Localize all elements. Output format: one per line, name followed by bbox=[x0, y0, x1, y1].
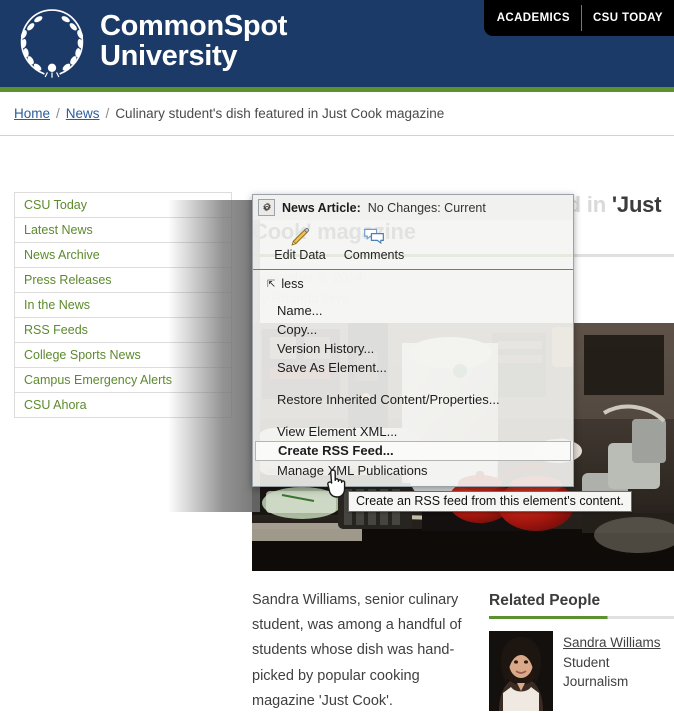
sidebar-item-csu-ahora[interactable]: CSU Ahora bbox=[15, 393, 231, 418]
menu-item-view-element-xml[interactable]: View Element XML... bbox=[253, 422, 573, 441]
gear-glyph bbox=[262, 202, 271, 211]
breadcrumb-link-news[interactable]: News bbox=[66, 106, 100, 121]
menu-item-save-as-element[interactable]: Save As Element... bbox=[253, 358, 573, 377]
context-menu-status: No Changes: Current bbox=[367, 200, 486, 215]
breadcrumb: Home / News / Culinary student's dish fe… bbox=[0, 92, 674, 136]
sidebar-item-news-archive[interactable]: News Archive bbox=[15, 243, 231, 268]
edit-data-button[interactable]: Edit Data bbox=[269, 226, 331, 262]
gear-icon[interactable] bbox=[258, 199, 275, 216]
related-people-rule bbox=[489, 616, 674, 619]
menu-item-manage-xml-publications[interactable]: Manage XML Publications bbox=[253, 461, 573, 480]
context-menu-toggle-less[interactable]: ⇱ less bbox=[253, 270, 573, 297]
sidebar-item-press-releases[interactable]: Press Releases bbox=[15, 268, 231, 293]
tooltip: Create an RSS feed from this element's c… bbox=[348, 491, 632, 512]
site-header: CommonSpot University ACADEMICS CSU TODA… bbox=[0, 0, 674, 92]
context-menu-title: News Article: bbox=[282, 200, 361, 215]
sandra-williams-headshot bbox=[489, 631, 553, 711]
topnav-item-csu-today[interactable]: CSU TODAY bbox=[582, 0, 674, 36]
context-menu-actions: Edit Data Comments bbox=[253, 220, 573, 270]
person-department: Journalism bbox=[563, 674, 629, 690]
page-root: CommonSpot University ACADEMICS CSU TODA… bbox=[0, 0, 674, 713]
person-name-link[interactable]: Sandra Williams bbox=[563, 633, 661, 653]
breadcrumb-separator-1: / bbox=[56, 106, 60, 121]
edit-data-label: Edit Data bbox=[274, 248, 326, 262]
context-menu-toggle-label: less bbox=[281, 277, 304, 291]
comments-icon bbox=[343, 226, 405, 248]
comments-glyph bbox=[364, 228, 384, 245]
laurel-wreath-logo-icon bbox=[20, 9, 84, 78]
sidebar-item-latest-news[interactable]: Latest News bbox=[15, 218, 231, 243]
wordmark-line-1: CommonSpot bbox=[100, 10, 288, 43]
sidebar-item-campus-emergency-alerts[interactable]: Campus Emergency Alerts bbox=[15, 368, 231, 393]
list-item[interactable]: Sandra Williams Student Journalism bbox=[489, 631, 674, 711]
menu-item-name[interactable]: Name... bbox=[253, 301, 573, 320]
context-menu-items: Name... Copy... Version History... Save … bbox=[253, 297, 573, 486]
sidebar-item-rss-feeds[interactable]: RSS Feeds bbox=[15, 318, 231, 343]
sidebar-item-college-sports-news[interactable]: College Sports News bbox=[15, 343, 231, 368]
breadcrumb-link-home[interactable]: Home bbox=[14, 106, 50, 121]
site-wordmark: CommonSpot University bbox=[100, 12, 287, 71]
pencil-icon bbox=[269, 226, 331, 248]
pencil-glyph bbox=[291, 227, 310, 246]
avatar bbox=[489, 631, 553, 711]
related-people-panel: Related People Sandra Williams Student J… bbox=[489, 592, 674, 711]
menu-item-create-rss-feed[interactable]: Create RSS Feed... bbox=[255, 441, 571, 461]
topnav-item-academics[interactable]: ACADEMICS bbox=[486, 0, 581, 36]
sidebar-navigation: CSU Today Latest News News Archive Press… bbox=[14, 192, 232, 418]
sidebar-item-in-the-news[interactable]: In the News bbox=[15, 293, 231, 318]
breadcrumb-current: Culinary student's dish featured in Just… bbox=[115, 106, 445, 121]
commonspot-context-menu: News Article: No Changes: Current Edit D… bbox=[252, 194, 574, 487]
breadcrumb-separator-2: / bbox=[105, 106, 110, 121]
menu-item-restore-inherited[interactable]: Restore Inherited Content/Properties... bbox=[253, 390, 573, 409]
collapse-arrow-icon: ⇱ bbox=[267, 278, 276, 290]
comments-label: Comments bbox=[343, 248, 405, 262]
wordmark-line-2: University bbox=[100, 40, 238, 72]
person-role: Student bbox=[563, 654, 610, 670]
sidebar-item-csu-today[interactable]: CSU Today bbox=[15, 193, 231, 218]
article-body: Sandra Williams, senior culinary student… bbox=[252, 592, 462, 709]
comments-button[interactable]: Comments bbox=[343, 226, 405, 262]
menu-item-version-history[interactable]: Version History... bbox=[253, 339, 573, 358]
context-menu-header: News Article: No Changes: Current bbox=[253, 195, 573, 220]
top-navigation: ACADEMICS CSU TODAY bbox=[483, 0, 674, 36]
related-people-title: Related People bbox=[489, 592, 601, 609]
person-info: Sandra Williams Student Journalism bbox=[563, 631, 661, 711]
site-logo[interactable]: CommonSpot University bbox=[14, 4, 287, 80]
menu-item-copy[interactable]: Copy... bbox=[253, 320, 573, 339]
